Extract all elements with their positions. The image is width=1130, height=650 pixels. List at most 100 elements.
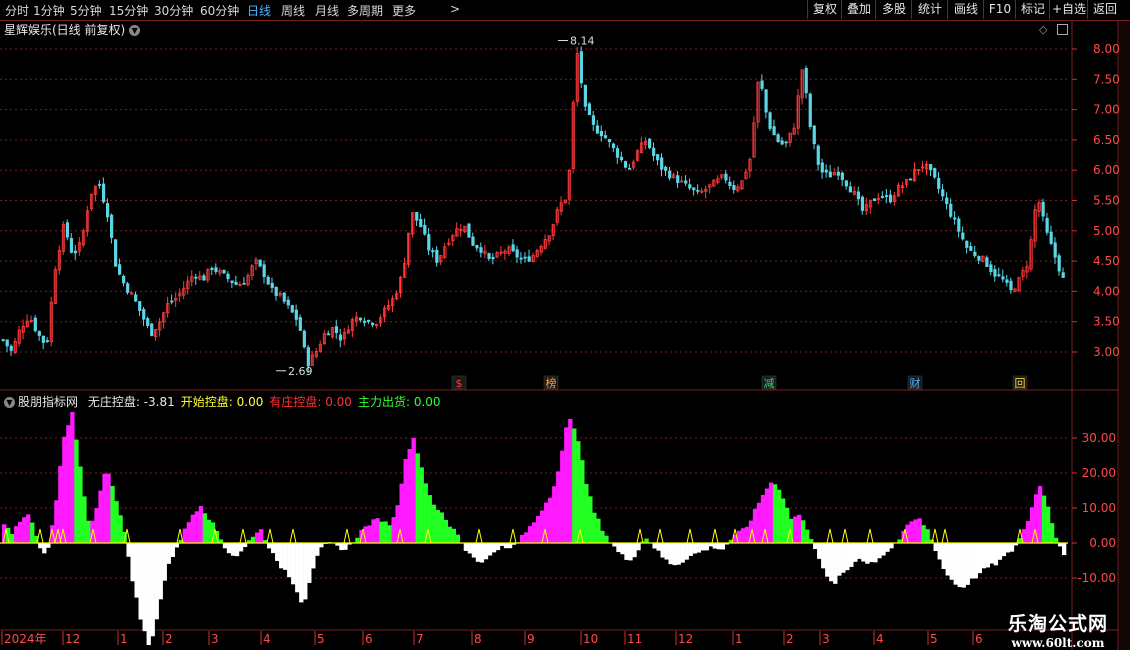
osc-bar-positive: [383, 521, 388, 543]
osc-bar-negative: [234, 543, 240, 557]
osc-bar-negative: [849, 543, 854, 567]
candle-body: [435, 249, 439, 263]
candle-body: [65, 222, 70, 238]
candle-body: [427, 234, 431, 251]
osc-bar-negative: [343, 543, 348, 550]
control-start-marker: [711, 528, 719, 544]
osc-bar-negative: [42, 543, 47, 554]
osc-bar-negative: [487, 543, 493, 556]
candle-body: [282, 292, 286, 302]
osc-bar-positive: [764, 488, 770, 543]
osc-bar-negative: [813, 543, 818, 550]
candle-body: [37, 331, 41, 336]
osc-bar-negative: [941, 543, 946, 570]
candle-body: [937, 177, 941, 189]
osc-bar-positive: [527, 526, 533, 543]
candle-body: [804, 68, 808, 94]
osc-bar-positive: [556, 471, 561, 543]
price-label: 4.50: [1093, 254, 1120, 268]
candle-body: [909, 178, 913, 181]
osc-bar-positive: [797, 514, 802, 543]
osc-bar-negative: [885, 543, 890, 552]
candle-body: [692, 187, 696, 191]
osc-bar-positive: [564, 427, 569, 543]
candle-body: [591, 115, 596, 125]
candle-body: [298, 317, 302, 331]
candle-body: [69, 237, 74, 253]
control-start-marker: [841, 528, 849, 544]
osc-bar-negative: [712, 543, 717, 549]
candle-body: [266, 276, 270, 285]
osc-bar-positive: [62, 436, 67, 543]
candle-body: [587, 103, 592, 116]
osc-bar-negative: [275, 543, 280, 561]
candle-body: [860, 196, 865, 211]
candle-body: [945, 197, 949, 205]
osc-bar-negative: [945, 543, 950, 576]
price-label: 5.00: [1093, 224, 1120, 238]
osc-bar-positive: [355, 537, 360, 543]
osc-bar-positive: [198, 505, 204, 543]
candle-body: [527, 256, 531, 262]
candle-body: [334, 326, 339, 333]
osc-bar-negative: [869, 543, 874, 563]
osc-bar-positive: [1053, 537, 1059, 543]
osc-bar-negative: [142, 543, 147, 632]
candle-body: [515, 249, 519, 258]
osc-bar-negative: [841, 543, 846, 573]
candle-body: [776, 134, 780, 143]
osc-bar-negative: [845, 543, 850, 571]
osc-bar-positive: [772, 484, 778, 543]
osc-bar-positive: [391, 517, 396, 543]
candle-body: [989, 264, 993, 273]
candle-body: [684, 180, 688, 184]
candle-body: [142, 309, 146, 320]
osc-bar-negative: [688, 543, 693, 556]
kline-chart[interactable]: 8.14 2.69 $ 榜 减 财 回 8.00 7.50 7.00 6.50 6.00 5.50 5.…: [0, 0, 1130, 650]
osc-bar-positive: [568, 418, 573, 543]
osc-bar-negative: [949, 543, 954, 580]
osc-bar-positive: [431, 504, 436, 543]
candle-body: [840, 172, 844, 180]
osc-bar-negative: [222, 543, 228, 549]
low-label: 2.69: [288, 365, 313, 378]
candle-body: [1009, 280, 1013, 291]
candle-body: [977, 256, 981, 261]
candle-body: [415, 211, 419, 221]
osc-bar-negative: [620, 543, 625, 555]
osc-bar-positive: [776, 489, 782, 543]
date-label: 1: [120, 632, 128, 646]
candle-body: [652, 147, 656, 156]
candle-body: [419, 218, 423, 228]
control-start-marker: [266, 528, 274, 544]
osc-bar-positive: [768, 482, 774, 543]
osc-bar-negative: [985, 543, 991, 568]
candle-body: [941, 189, 945, 197]
candle-body: [274, 286, 278, 296]
candle-body: [696, 189, 700, 192]
control-start-marker: [636, 528, 644, 544]
osc-bar-negative: [937, 543, 942, 560]
osc-bar-positive: [30, 522, 35, 543]
osc-bar-negative: [817, 543, 822, 559]
osc-bar-negative: [837, 543, 842, 576]
osc-bar-positive: [1049, 523, 1055, 543]
osc-label: 20.00: [1082, 466, 1116, 480]
osc-bar-negative: [716, 543, 722, 550]
candle-body: [270, 282, 274, 289]
price-label: 7.00: [1093, 103, 1120, 117]
candle-body: [812, 125, 816, 145]
osc-bar-negative: [624, 543, 629, 560]
osc-bar-positive: [740, 528, 746, 543]
osc-bar-positive: [106, 473, 111, 543]
candle-body: [511, 244, 515, 252]
control-start-marker: [289, 528, 297, 544]
osc-bar-negative: [46, 543, 51, 548]
candle-body: [816, 145, 820, 165]
osc-bar-positive: [600, 530, 605, 543]
osc-bar-negative: [981, 543, 987, 569]
osc-bar-positive: [588, 496, 593, 543]
osc-bar-negative: [660, 543, 665, 558]
osc-bar-negative: [271, 543, 276, 554]
candle-body: [230, 280, 234, 283]
